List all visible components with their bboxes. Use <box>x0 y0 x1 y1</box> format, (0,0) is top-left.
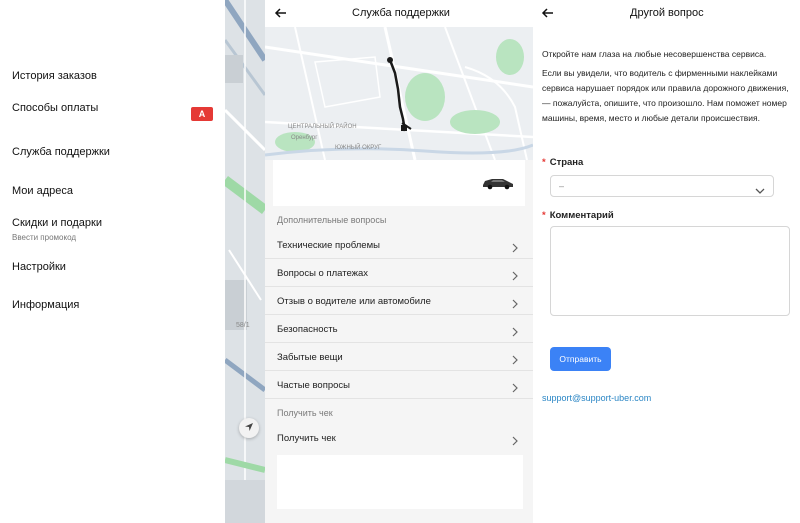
question-payments[interactable]: Вопросы о платежах <box>265 259 533 287</box>
menu-item-payment-methods[interactable]: Способы оплаты <box>12 102 98 114</box>
question-safety[interactable]: Безопасность <box>265 315 533 343</box>
menu-item-order-history[interactable]: История заказов <box>12 70 97 82</box>
chevron-right-icon <box>512 324 518 342</box>
support-header: Служба поддержки <box>265 0 533 27</box>
menu-item-label: История заказов <box>12 70 97 82</box>
comment-field-label: * Комментарий <box>542 210 614 221</box>
question-lost-items[interactable]: Забытые вещи <box>265 343 533 371</box>
question-technical-problems[interactable]: Технические проблемы <box>265 231 533 259</box>
section-heading: Дополнительные вопросы <box>277 215 387 225</box>
comment-label-text: Комментарий <box>549 210 614 221</box>
promo-code-link[interactable]: Ввести промокод <box>12 233 102 242</box>
map-background <box>225 0 265 523</box>
other-question-panel: Другой вопрос Откройте нам глаза на любы… <box>533 0 800 523</box>
menu-item-label: Способы оплаты <box>12 102 99 114</box>
payment-card-badge: А <box>191 107 213 121</box>
page-title: Служба поддержки <box>352 7 450 19</box>
form-description-text: Если вы увидели, что водитель с фирменны… <box>542 68 789 123</box>
trip-card[interactable] <box>273 160 525 206</box>
menu-item-label: Служба поддержки <box>12 146 110 158</box>
menu-item-information[interactable]: Информация <box>12 299 79 311</box>
menu-item-support[interactable]: Служба поддержки <box>12 146 110 158</box>
question-label: Отзыв о водителе или автомобиле <box>277 296 431 307</box>
question-label: Безопасность <box>277 324 338 335</box>
menu-item-label: Скидки и подарки <box>12 217 102 229</box>
map-district-label: ЮЖНЫЙ ОКРУГ <box>335 145 382 151</box>
form-header: Другой вопрос <box>533 0 800 27</box>
chevron-right-icon <box>512 433 518 451</box>
question-label: Забытые вещи <box>277 352 343 363</box>
map-house-number: 58/1 <box>236 322 250 329</box>
question-label: Вопросы о платежах <box>277 268 369 279</box>
support-email-link[interactable]: support@support-uber.com <box>542 393 651 403</box>
chevron-right-icon <box>512 240 518 258</box>
chevron-right-icon <box>512 380 518 398</box>
chevron-right-icon <box>512 268 518 286</box>
chevron-right-icon <box>512 352 518 370</box>
map-district-label: ЦЕНТРАЛЬНЫЙ РАЙОН <box>288 124 357 130</box>
menu-item-label: Мои адреса <box>12 185 73 197</box>
chevron-right-icon <box>512 296 518 314</box>
menu-item-my-addresses[interactable]: Мои адреса <box>12 185 73 197</box>
section-heading: Получить чек <box>277 408 333 418</box>
menu-drawer: История заказов Способы оплаты А Служба … <box>0 0 225 523</box>
send-button[interactable]: Отправить <box>550 347 611 371</box>
map-city-label: Оренбург <box>291 135 318 141</box>
question-label: Частые вопросы <box>277 380 350 391</box>
country-field-label: * Страна <box>542 157 583 168</box>
chevron-down-icon <box>755 182 765 200</box>
comment-textarea[interactable] <box>550 226 790 316</box>
required-marker: * <box>542 210 546 221</box>
page-title: Другой вопрос <box>630 7 704 19</box>
trip-route-map: ЦЕНТРАЛЬНЫЙ РАЙОН Оренбург ЮЖНЫЙ ОКРУГ <box>265 27 533 160</box>
required-marker: * <box>542 157 546 168</box>
back-arrow-icon[interactable] <box>274 6 288 20</box>
country-selected-value: – <box>559 181 565 191</box>
menu-item-label: Настройки <box>12 261 66 273</box>
form-intro-text: Откройте нам глаза на любые несовершенст… <box>542 49 767 59</box>
menu-item-label: Информация <box>12 299 80 311</box>
menu-item-discounts[interactable]: Скидки и подарки Ввести промокод <box>12 217 102 242</box>
country-select[interactable]: – <box>550 175 774 197</box>
receipt-card <box>277 455 523 509</box>
side-menu-panel: 58/1 История заказов Способы оплаты А Сл… <box>0 0 265 523</box>
locate-me-button[interactable] <box>239 418 259 438</box>
question-faq[interactable]: Частые вопросы <box>265 371 533 399</box>
country-label-text: Страна <box>549 157 584 168</box>
support-panel: Служба поддержки ЦЕНТРАЛЬНЫЙ РАЙОН Оренб… <box>265 0 533 523</box>
receipt-label: Получить чек <box>277 433 336 444</box>
car-icon <box>481 176 515 195</box>
question-label: Технические проблемы <box>277 240 380 251</box>
menu-item-settings[interactable]: Настройки <box>12 261 66 273</box>
question-driver-feedback[interactable]: Отзыв о водителе или автомобиле <box>265 287 533 315</box>
navigation-arrow-icon <box>244 419 254 437</box>
get-receipt-item[interactable]: Получить чек <box>265 424 533 452</box>
back-arrow-icon[interactable] <box>541 6 555 20</box>
